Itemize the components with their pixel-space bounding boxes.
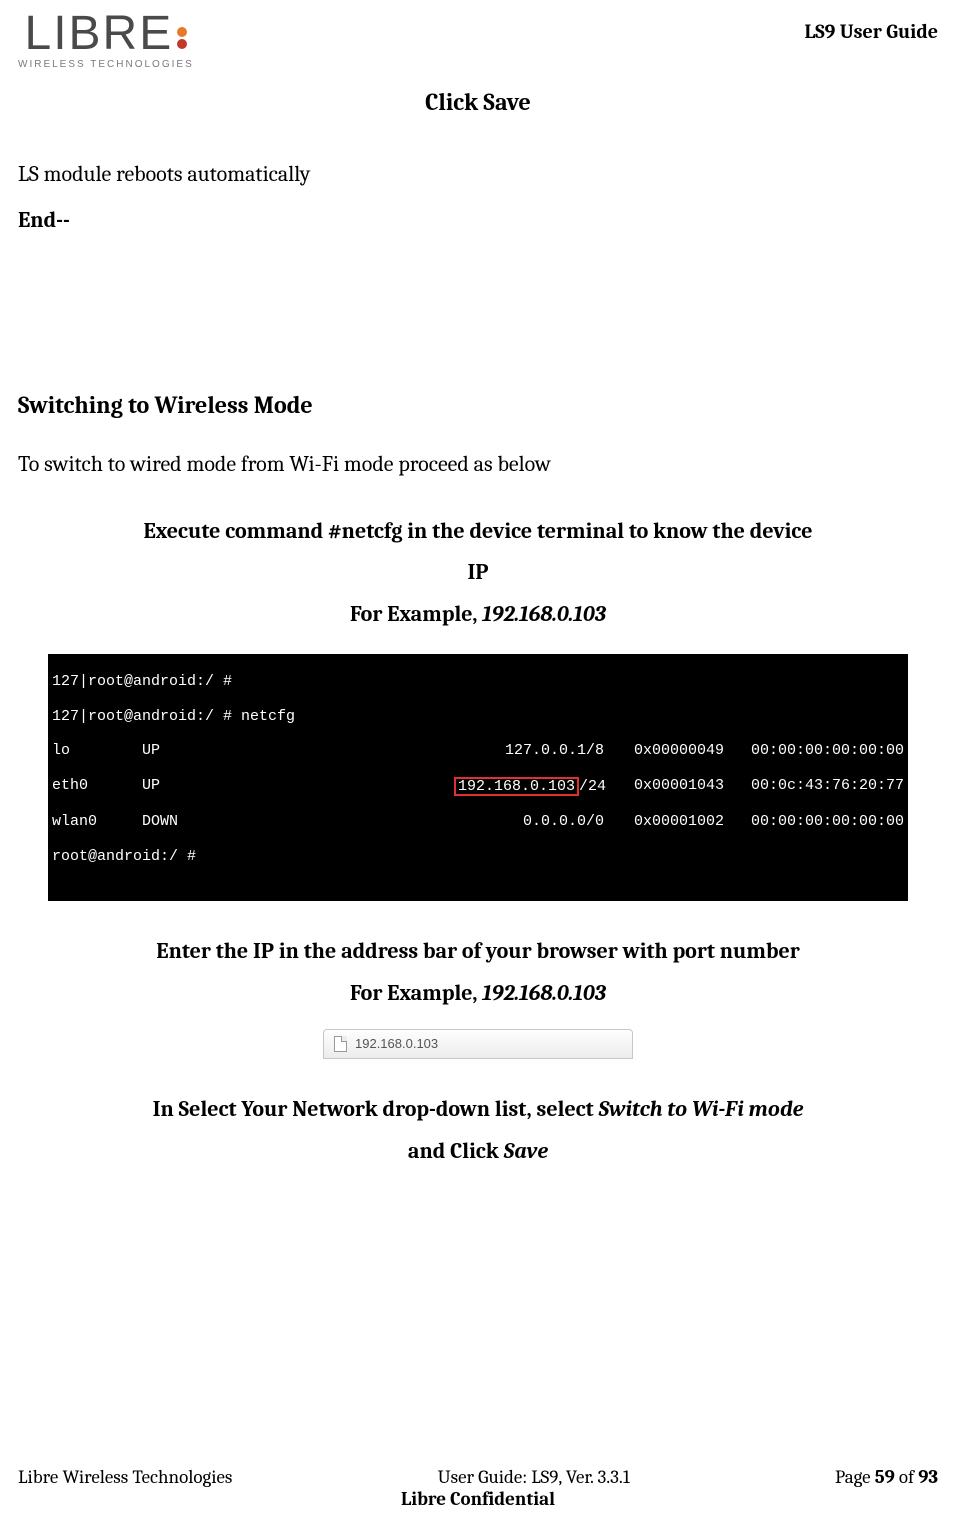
- section-intro: To switch to wired mode from Wi-Fi mode …: [18, 447, 938, 481]
- terminal-prompt-1: 127|root@android:/ #: [52, 673, 904, 690]
- footer-page-number: Page 59 of 93: [835, 1466, 938, 1488]
- footer-confidential: Libre Confidential: [18, 1488, 938, 1510]
- terminal-row-lo: loUP127.0.0.1/80x0000004900:00:00:00:00:…: [52, 742, 904, 759]
- step-3: In Select Your Network drop-down list, s…: [58, 1089, 898, 1173]
- step-2: Enter the IP in the address bar of your …: [58, 931, 898, 1015]
- step-1-example-lead: For Example,: [350, 601, 482, 627]
- brand-dots-icon: [177, 27, 187, 49]
- step-1-example-ip: 192.168.0.103: [482, 601, 606, 627]
- browser-tab-label: 192.168.0.103: [355, 1034, 438, 1054]
- highlighted-ip: 192.168.0.103: [454, 777, 579, 796]
- terminal-row-eth0: eth0UP192.168.0.103/240x0000104300:0c:43…: [52, 777, 904, 796]
- page-icon: [334, 1036, 347, 1052]
- step-3-save: Save: [504, 1138, 549, 1164]
- brand-subtitle: WIRELESS TECHNOLOGIES: [18, 60, 194, 70]
- brand-name: LIBRE: [25, 10, 174, 58]
- terminal-prompt-3: root@android:/ #: [52, 848, 904, 865]
- step-3-lead: In Select Your Network drop-down list, s…: [153, 1096, 599, 1122]
- footer-company: Libre Wireless Technologies: [18, 1466, 232, 1488]
- step-1-line-2: IP: [468, 559, 489, 585]
- browser-tab: 192.168.0.103: [323, 1029, 633, 1059]
- terminal-prompt-2: 127|root@android:/ # netcfg: [52, 708, 904, 725]
- step-3-option: Switch to Wi-Fi mode: [599, 1096, 804, 1122]
- brand-logo: LIBRE WIRELESS TECHNOLOGIES: [18, 10, 194, 70]
- step-1: Execute command #netcfg in the device te…: [58, 511, 898, 636]
- step-1-line-1: Execute command #netcfg in the device te…: [144, 518, 813, 544]
- terminal-output: 127|root@android:/ # 127|root@android:/ …: [48, 654, 908, 901]
- document-title: LS9 User Guide: [805, 20, 938, 43]
- instruction-click-save: Click Save: [18, 84, 938, 121]
- terminal-row-wlan0: wlan0DOWN0.0.0.0/00x0000100200:00:00:00:…: [52, 813, 904, 830]
- reboot-note: LS module reboots automatically: [18, 157, 938, 191]
- section-heading: Switching to Wireless Mode: [18, 387, 938, 424]
- step-2-line-1: Enter the IP in the address bar of your …: [156, 938, 799, 964]
- page-footer: Libre Wireless Technologies User Guide: …: [18, 1466, 938, 1510]
- footer-doc-version: User Guide: LS9, Ver. 3.3.1: [232, 1466, 835, 1488]
- end-marker: End--: [18, 203, 938, 237]
- step-3-line-2-lead: and Click: [408, 1138, 504, 1164]
- step-2-example-lead: For Example,: [350, 980, 482, 1006]
- step-2-example-ip: 192.168.0.103: [482, 980, 606, 1006]
